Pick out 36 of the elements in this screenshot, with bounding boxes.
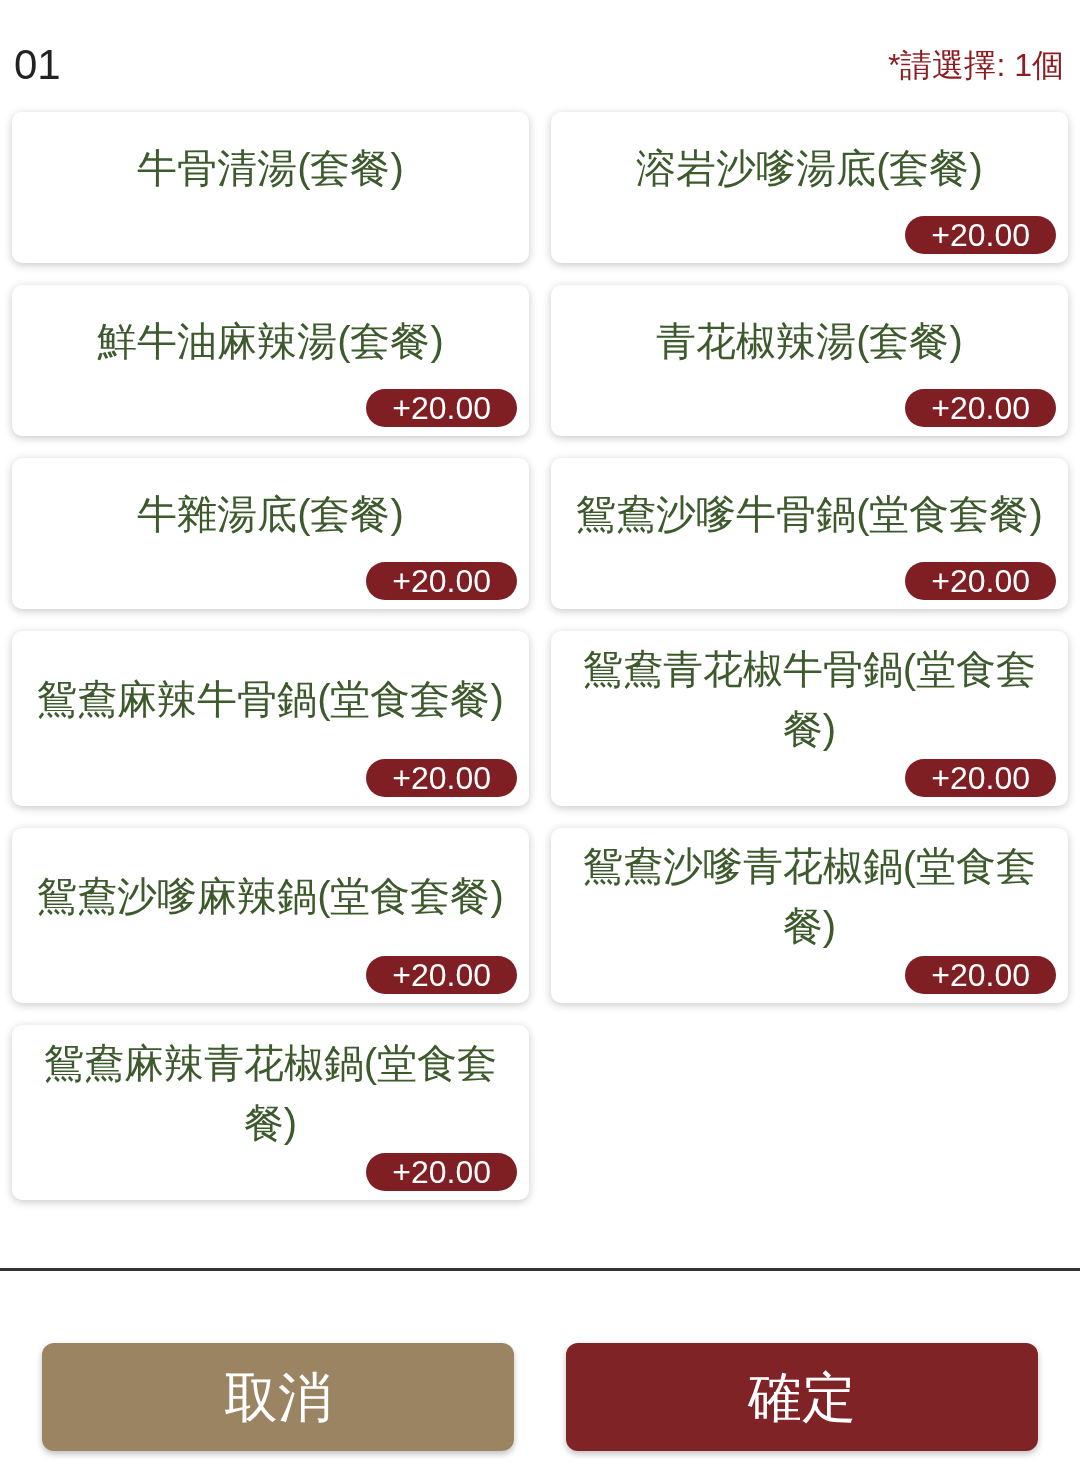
price-badge: +20.00 — [905, 389, 1056, 427]
option-name: 鴛鴦沙嗲麻辣鍋(堂食套餐) — [37, 873, 504, 920]
price-badge: +20.00 — [366, 1153, 517, 1191]
option-name: 牛雜湯底(套餐) — [137, 491, 404, 538]
selection-requirement: *請選擇: 1個 — [887, 46, 1065, 85]
option-name: 溶岩沙嗲湯底(套餐) — [636, 145, 983, 192]
option-card[interactable]: 青花椒辣湯(套餐) +20.00 — [551, 285, 1068, 436]
option-card[interactable]: 鴛鴦麻辣牛骨鍋(堂食套餐) +20.00 — [12, 631, 529, 806]
option-card[interactable]: 鴛鴦麻辣青花椒鍋(堂食套餐) +20.00 — [12, 1025, 529, 1200]
option-card[interactable]: 鮮牛油麻辣湯(套餐) +20.00 — [12, 285, 529, 436]
option-name: 鴛鴦麻辣牛骨鍋(堂食套餐) — [37, 676, 504, 723]
confirm-button[interactable]: 確定 — [566, 1343, 1038, 1451]
step-number: 01 — [14, 40, 61, 90]
option-card[interactable]: 鴛鴦沙嗲麻辣鍋(堂食套餐) +20.00 — [12, 828, 529, 1003]
option-name: 鴛鴦麻辣青花椒鍋(堂食套餐) — [42, 1040, 499, 1147]
option-name: 鴛鴦沙嗲青花椒鍋(堂食套餐) — [581, 843, 1038, 950]
price-badge: +20.00 — [905, 216, 1056, 254]
cancel-button[interactable]: 取消 — [42, 1343, 514, 1451]
price-badge: +20.00 — [366, 389, 517, 427]
price-badge: +20.00 — [905, 562, 1056, 600]
option-card[interactable]: 牛骨清湯(套餐) — [12, 112, 529, 263]
option-card[interactable]: 鴛鴦沙嗲青花椒鍋(堂食套餐) +20.00 — [551, 828, 1068, 1003]
price-badge: +20.00 — [905, 759, 1056, 797]
option-card[interactable]: 鴛鴦青花椒牛骨鍋(堂食套餐) +20.00 — [551, 631, 1068, 806]
option-name: 鮮牛油麻辣湯(套餐) — [97, 318, 444, 365]
price-badge: +20.00 — [366, 759, 517, 797]
option-card[interactable]: 鴛鴦沙嗲牛骨鍋(堂食套餐) +20.00 — [551, 458, 1068, 609]
option-card[interactable]: 牛雜湯底(套餐) +20.00 — [12, 458, 529, 609]
option-name: 牛骨清湯(套餐) — [137, 145, 404, 192]
price-badge: +20.00 — [366, 956, 517, 994]
option-card[interactable]: 溶岩沙嗲湯底(套餐) +20.00 — [551, 112, 1068, 263]
price-badge: +20.00 — [366, 562, 517, 600]
option-name: 鴛鴦青花椒牛骨鍋(堂食套餐) — [581, 646, 1038, 753]
option-name: 青花椒辣湯(套餐) — [656, 318, 963, 365]
option-name: 鴛鴦沙嗲牛骨鍋(堂食套餐) — [576, 491, 1043, 538]
price-badge: +20.00 — [905, 956, 1056, 994]
